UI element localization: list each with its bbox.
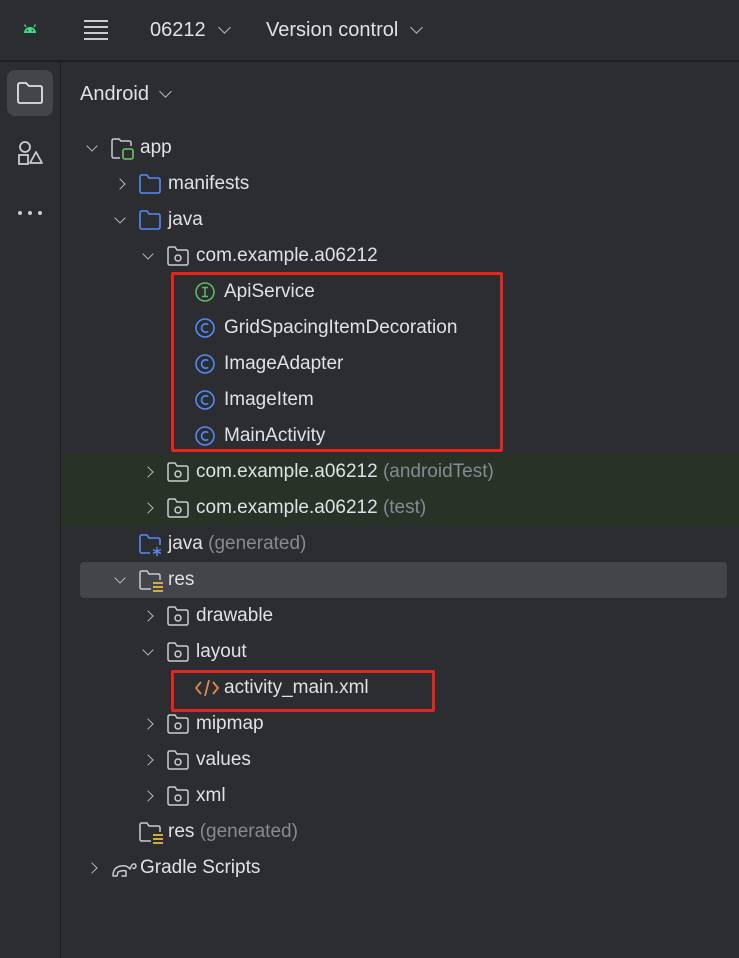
gradle-icon [110, 857, 137, 879]
folder-icon [138, 209, 162, 231]
folder-icon [138, 173, 162, 195]
tree-row-text: com.example.a06212 [196, 461, 378, 482]
highlight-box-layout-file [171, 670, 435, 712]
tree-row[interactable]: com.example.a06212 (androidTest) [62, 454, 739, 490]
tree-row-label: java (generated) [168, 526, 306, 562]
more-tools-button[interactable] [7, 190, 53, 236]
package-icon [166, 713, 190, 735]
expand-arrow-icon[interactable] [140, 778, 156, 814]
tree-row[interactable]: res [80, 562, 727, 598]
package-icon [166, 245, 190, 267]
tree-row-label: drawable [196, 598, 273, 634]
tree-row[interactable]: com.example.a06212 (test) [62, 490, 739, 526]
tree-row-text: layout [196, 641, 247, 662]
package-icon [166, 461, 190, 483]
chevron-down-icon [217, 20, 231, 34]
more-icon [18, 211, 42, 215]
tree-row-label: com.example.a06212 [196, 238, 378, 274]
chevron-down-icon [410, 20, 424, 34]
tree-row-label: Gradle Scripts [140, 850, 260, 886]
tree-row-hint: (generated) [208, 533, 307, 554]
tree-row[interactable]: drawable [62, 598, 739, 634]
tree-row-text: res [168, 821, 195, 842]
tree-row[interactable]: xml [62, 778, 739, 814]
project-tool-button[interactable] [7, 70, 53, 116]
resource-folder-icon [138, 821, 163, 844]
tree-row-hint: (androidTest) [382, 461, 494, 482]
tree-row-text: java [168, 209, 203, 230]
expand-arrow-icon[interactable] [112, 166, 128, 202]
collapse-arrow-icon[interactable] [112, 202, 128, 238]
tree-row-label: manifests [168, 166, 249, 202]
module-icon [110, 137, 134, 160]
tree-row[interactable]: com.example.a06212 [62, 238, 739, 274]
collapse-arrow-icon[interactable] [140, 634, 156, 670]
expand-arrow-icon[interactable] [140, 706, 156, 742]
tree-row-text: app [140, 137, 172, 158]
expand-arrow-icon[interactable] [140, 454, 156, 490]
package-icon [166, 497, 190, 519]
tree-row-label: app [140, 130, 172, 166]
tree-row-label: xml [196, 778, 226, 814]
project-name: 06212 [150, 18, 206, 41]
collapse-arrow-icon[interactable] [140, 238, 156, 274]
collapse-arrow-icon[interactable] [84, 130, 100, 166]
tree-row[interactable]: Gradle Scripts [62, 850, 739, 886]
tree-row[interactable]: res (generated) [62, 814, 739, 850]
tree-row-text: com.example.a06212 [196, 497, 378, 518]
expand-arrow-icon[interactable] [140, 598, 156, 634]
tree-row-text: Gradle Scripts [140, 857, 261, 878]
generated-folder-icon [138, 533, 162, 556]
expand-arrow-icon[interactable] [140, 490, 156, 526]
tree-row-text: xml [196, 785, 226, 806]
chevron-down-icon [159, 84, 172, 98]
version-control-menu[interactable]: Version control [266, 0, 424, 60]
tree-row-label: java [168, 202, 203, 238]
resource-manager-button[interactable] [7, 130, 53, 176]
resource-folder-icon [138, 569, 163, 592]
tool-window-rail [0, 62, 61, 958]
tree-row-label: res (generated) [168, 814, 298, 850]
folder-icon [17, 82, 43, 104]
tree-row-text: values [196, 749, 251, 770]
tree-row-text: res [168, 569, 195, 590]
tree-row-label: values [196, 742, 251, 778]
main-toolbar: 06212 Version control [0, 0, 739, 62]
project-view-selector[interactable]: Android [80, 76, 172, 112]
tree-row-text: manifests [168, 173, 250, 194]
tree-row-label: com.example.a06212 (test) [196, 490, 426, 526]
tree-row-text: mipmap [196, 713, 264, 734]
tree-row[interactable]: values [62, 742, 739, 778]
tree-row-text: java [168, 533, 203, 554]
tree-row-label: com.example.a06212 (androidTest) [196, 454, 494, 490]
tree-row-hint: (generated) [199, 821, 298, 842]
tree-row-hint: (test) [382, 497, 427, 518]
shapes-icon [18, 141, 43, 165]
tree-row-label: res [168, 562, 194, 598]
highlight-box-classes [171, 272, 503, 452]
version-control-label: Version control [266, 18, 399, 41]
tree-row-text: com.example.a06212 [196, 245, 378, 266]
tree-row[interactable]: app [62, 130, 739, 166]
package-icon [166, 605, 190, 627]
package-icon [166, 641, 190, 663]
tree-row[interactable]: java (generated) [62, 526, 739, 562]
expand-arrow-icon[interactable] [84, 850, 100, 886]
hamburger-menu-icon [84, 20, 108, 40]
tree-row[interactable]: layout [62, 634, 739, 670]
package-icon [166, 785, 190, 807]
project-selector[interactable]: 06212 [150, 0, 231, 60]
package-icon [166, 749, 190, 771]
tree-row-label: layout [196, 634, 247, 670]
android-icon [18, 0, 42, 60]
tree-row-text: drawable [196, 605, 274, 626]
tree-row[interactable]: java [62, 202, 739, 238]
view-mode-label: Android [80, 82, 149, 105]
collapse-arrow-icon[interactable] [112, 562, 128, 598]
tree-row[interactable]: manifests [62, 166, 739, 202]
expand-arrow-icon[interactable] [140, 742, 156, 778]
main-menu-button[interactable] [83, 0, 109, 60]
